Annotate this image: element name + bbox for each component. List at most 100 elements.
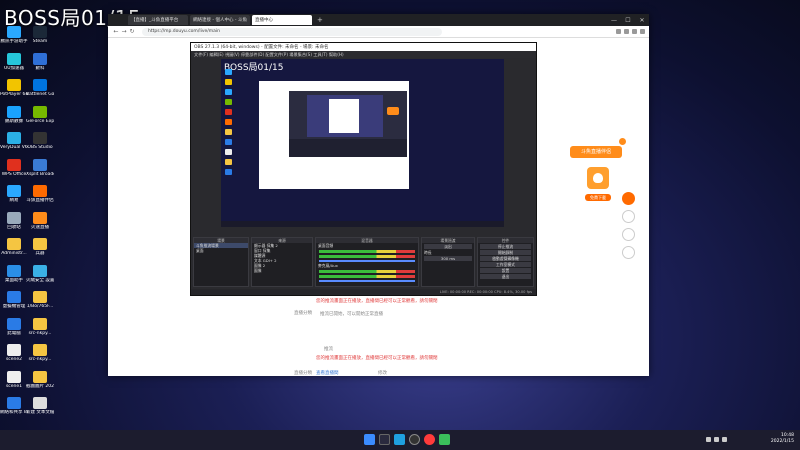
desktop-icon[interactable]: 截圖圖片 202201... [26, 370, 54, 389]
desktop-icon[interactable]: WPS Office [0, 158, 28, 177]
game-icon[interactable] [439, 434, 450, 445]
mixer-channel-label: 麥克風/Aux [318, 263, 338, 268]
desktop-icon[interactable]: 騰訊手游助手 [0, 26, 28, 44]
browser-tab[interactable]: 【直播】_斗魚直播平台 [128, 15, 188, 25]
exit-button[interactable]: 退出 [480, 274, 531, 279]
desktop-icon[interactable]: 數科 [26, 52, 54, 71]
extension-icon[interactable] [632, 29, 637, 34]
maximize-button[interactable]: ☐ [621, 17, 635, 24]
source-item[interactable]: 圖像 [252, 268, 312, 273]
desktop-icon-label: 網絡和共享 Internet [0, 410, 28, 415]
desktop-icon-label: scene2 [5, 357, 23, 362]
volume-icon[interactable] [722, 437, 727, 442]
close-button[interactable]: ✕ [635, 17, 649, 24]
desktop-icon[interactable]: 新建 文本文檔 [26, 397, 54, 415]
gift-icon[interactable] [622, 192, 635, 205]
camera-icon[interactable] [622, 210, 635, 223]
forward-icon[interactable]: → [120, 28, 128, 35]
app-icon [33, 317, 47, 330]
virtual-camera-button[interactable]: 啟動虛擬攝像機 [480, 256, 531, 261]
window-controls: — ☐ ✕ [607, 17, 649, 24]
desktop-icon[interactable]: 兵器 [26, 238, 54, 256]
duration-input[interactable]: 300 ms [424, 256, 472, 261]
app-icon [33, 344, 47, 356]
start-record-button[interactable]: 開始錄制 [480, 250, 531, 255]
promo-banner[interactable]: 斗魚直播伴侶 [570, 146, 622, 158]
desktop-icon[interactable]: src-nkpy... [26, 317, 54, 336]
desktop-icon-label: WPS Office [1, 171, 27, 177]
refresh-icon[interactable] [622, 246, 635, 259]
back-icon[interactable]: ← [112, 28, 120, 35]
desktop-icon[interactable]: GeForce Experience [26, 105, 54, 124]
close-dot-icon[interactable] [619, 138, 626, 145]
address-bar[interactable]: https://mp.douyu.com/live/main [142, 27, 442, 36]
desktop-icon[interactable]: 網易 [0, 185, 28, 203]
audio-meter [319, 250, 415, 253]
desktop-icon[interactable]: VeryDual V6 直播伴侶 [0, 132, 28, 150]
app-icon [7, 211, 21, 224]
desktop-icon[interactable]: Steam [26, 26, 54, 44]
app-icon [7, 79, 21, 91]
edit-link[interactable]: 修改 [378, 370, 387, 376]
mixer-channel-label: 桌面音頻 [318, 243, 334, 248]
desktop-icon[interactable]: 虛擬機管理 [0, 291, 28, 309]
desktop-icon[interactable]: Battlenet Games L... [26, 79, 54, 97]
profile-icon[interactable] [640, 29, 645, 34]
desktop-icon[interactable]: 此電腦 [0, 317, 28, 336]
transition-select[interactable]: 淡出 [424, 244, 472, 249]
desktop-icon[interactable]: 火絨安全 設置 [26, 264, 54, 283]
reload-icon[interactable]: ↻ [128, 28, 136, 35]
share-icon[interactable] [622, 228, 635, 241]
volume-slider[interactable] [319, 260, 415, 262]
desktop-icon[interactable]: 桌面助手 [0, 264, 28, 283]
desktop-icon[interactable]: 鵝斯數據 [0, 105, 28, 124]
clock[interactable]: 10:48 2022/1/15 [771, 433, 794, 445]
desktop-icon[interactable]: scene1 [0, 370, 28, 389]
network-icon[interactable] [714, 437, 719, 442]
obs-window: OBS 27.1.3 (64-bit, windows) - 配置文件: 未命名… [190, 42, 537, 296]
desktop-icon[interactable]: PotPlayer 64 bit [0, 79, 28, 97]
desktop-icon[interactable]: src-nkpy... [26, 344, 54, 362]
settings-button[interactable]: 設置 [480, 268, 531, 273]
edge-icon[interactable] [394, 434, 405, 445]
app-icon [33, 211, 47, 224]
view-room-link[interactable]: 查看直播間 [316, 370, 339, 376]
desktop-icon[interactable]: Administr... [0, 238, 28, 256]
browser-tab[interactable]: 網絡連接 - 個人中心 - 斗魚 [190, 15, 250, 25]
desktop-icon[interactable]: 網絡和共享 Internet [0, 397, 28, 415]
tray-icon[interactable] [706, 437, 711, 442]
mixer-dock: 混音器 桌面音頻 麥克風/Aux [315, 237, 419, 287]
search-icon[interactable] [379, 434, 390, 445]
desktop-icon[interactable]: 1/Bo/765F... [26, 291, 54, 309]
obs-icon[interactable] [409, 434, 420, 445]
desktop-icon[interactable]: scene2 [0, 344, 28, 362]
start-icon[interactable] [364, 434, 375, 445]
desktop-icon-label: GeForce Experience [26, 118, 54, 124]
douyu-icon[interactable] [424, 434, 435, 445]
browser-tab-active[interactable]: 直播中心 [252, 15, 312, 25]
app-icon [7, 26, 21, 38]
desktop-icon[interactable]: 斗魚直播伴侶 [26, 185, 54, 203]
desktop-icon-label: PotPlayer 64 bit [0, 92, 28, 97]
desktop-icon[interactable]: UU加速器 [0, 52, 28, 71]
extension-icon[interactable] [624, 29, 629, 34]
extension-icon[interactable] [616, 29, 621, 34]
studio-mode-button[interactable]: 工作室模式 [480, 262, 531, 267]
download-button[interactable]: 免費下載 [585, 194, 611, 201]
obs-preview[interactable]: BOSS局01/15 [221, 59, 504, 227]
desktop-icon[interactable]: OBS Studio [26, 132, 54, 150]
sources-dock: 來源 顯示器 採集 2 窗口 採集 媒體源 文本 GDI+ 2 圖像 2 圖像 [251, 237, 313, 287]
obs-menu-bar[interactable]: 文件(F) 編輯(E) 視圖(V) 停靠部件(D) 配置文件(P) 場景集合(S… [191, 51, 536, 58]
app-icon [33, 52, 47, 65]
desktop-icon[interactable]: Xsplit Broadcaster [26, 158, 54, 177]
new-tab-icon[interactable]: + [317, 16, 323, 24]
desktop-icon[interactable]: 回收站 [0, 211, 28, 230]
volume-slider[interactable] [319, 280, 415, 282]
system-tray [706, 437, 727, 442]
scene-item[interactable]: 桌面 [194, 248, 248, 253]
stop-stream-button[interactable]: 停止推流 [480, 244, 531, 249]
preview-nested-preview [307, 95, 383, 137]
obs-docks: 場景 斗魚推流場景 桌面 來源 顯示器 採集 2 窗口 採集 媒體源 文本 GD… [191, 233, 536, 295]
desktop-icon[interactable]: 火速直播 [26, 211, 54, 230]
minimize-button[interactable]: — [607, 17, 621, 24]
